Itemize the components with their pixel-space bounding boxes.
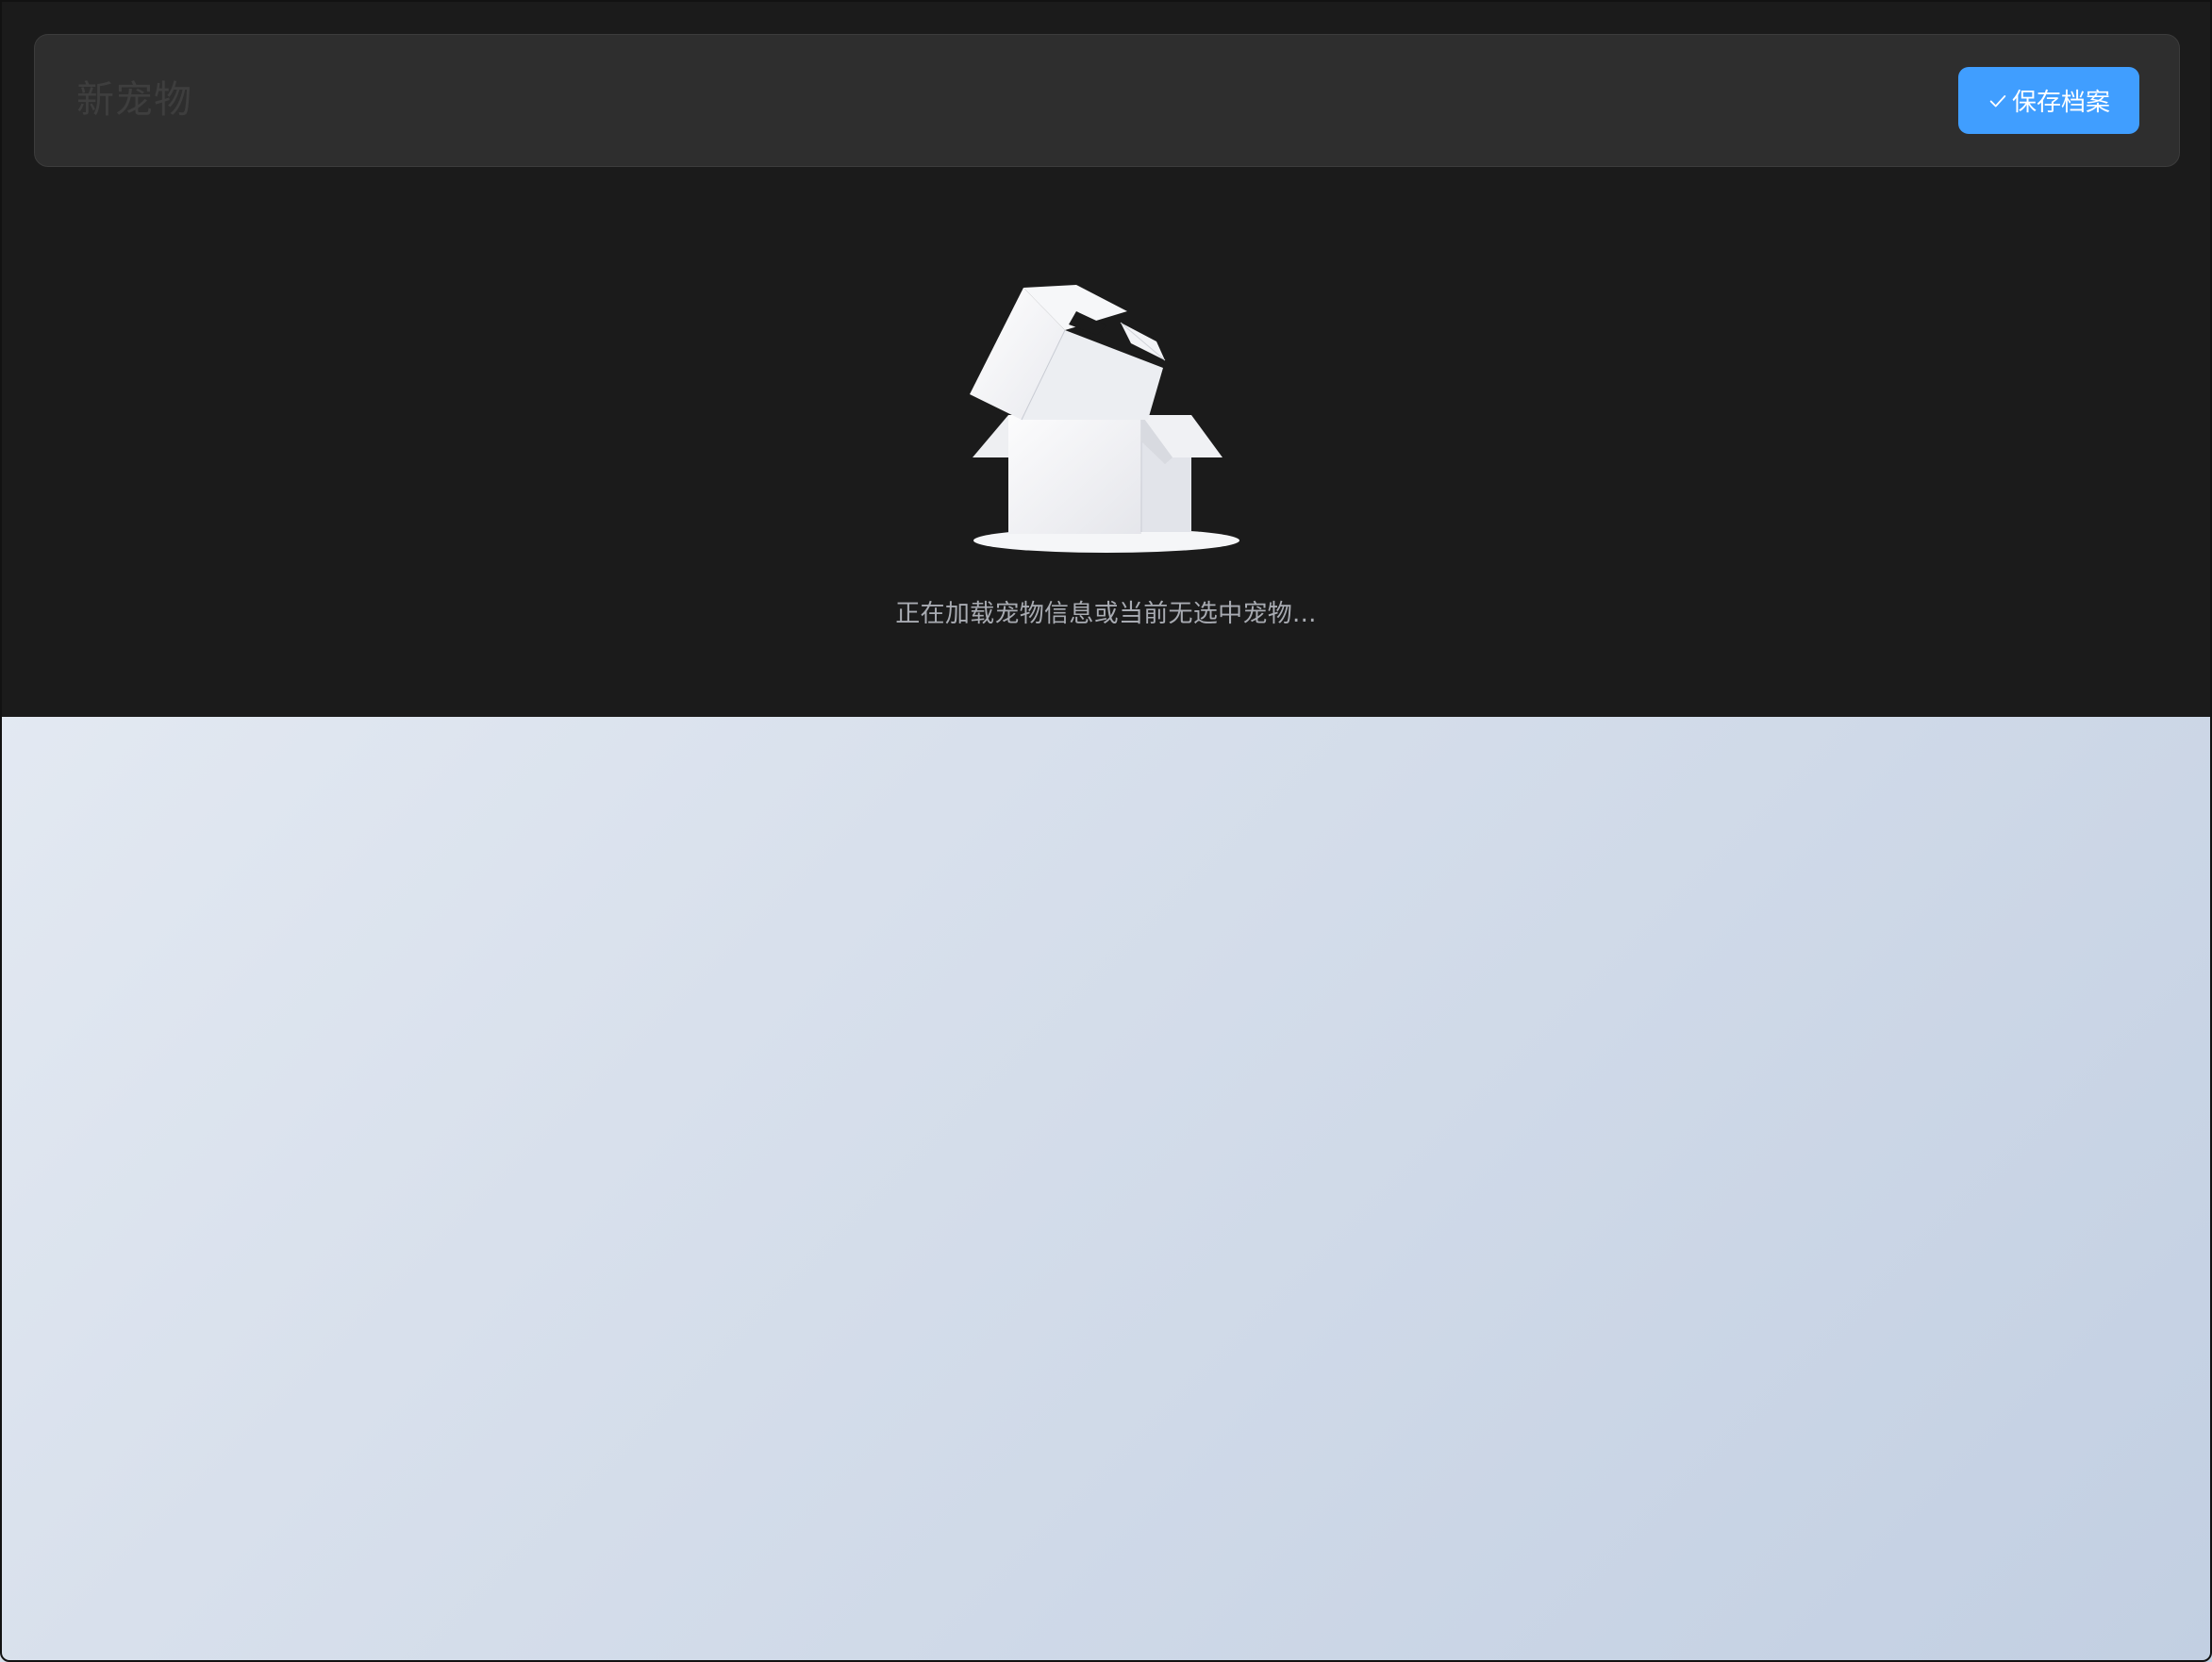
header-card: 新宠物 保存档案 bbox=[34, 34, 2180, 167]
empty-state-message: 正在加载宠物信息或当前无选中宠物... bbox=[895, 600, 1317, 628]
save-button-label: 保存档案 bbox=[2011, 89, 2110, 117]
empty-box-icon bbox=[969, 285, 1239, 553]
main-panel: 新宠物 保存档案 正在加载宠物信息或当前无选中宠物... bbox=[0, 0, 2212, 717]
empty-state: 正在加载宠物信息或当前无选中宠物... bbox=[0, 264, 2212, 629]
page-title: 新宠物 bbox=[76, 78, 192, 122]
save-profile-button[interactable]: 保存档案 bbox=[1958, 67, 2139, 134]
check-icon bbox=[1989, 94, 2006, 107]
